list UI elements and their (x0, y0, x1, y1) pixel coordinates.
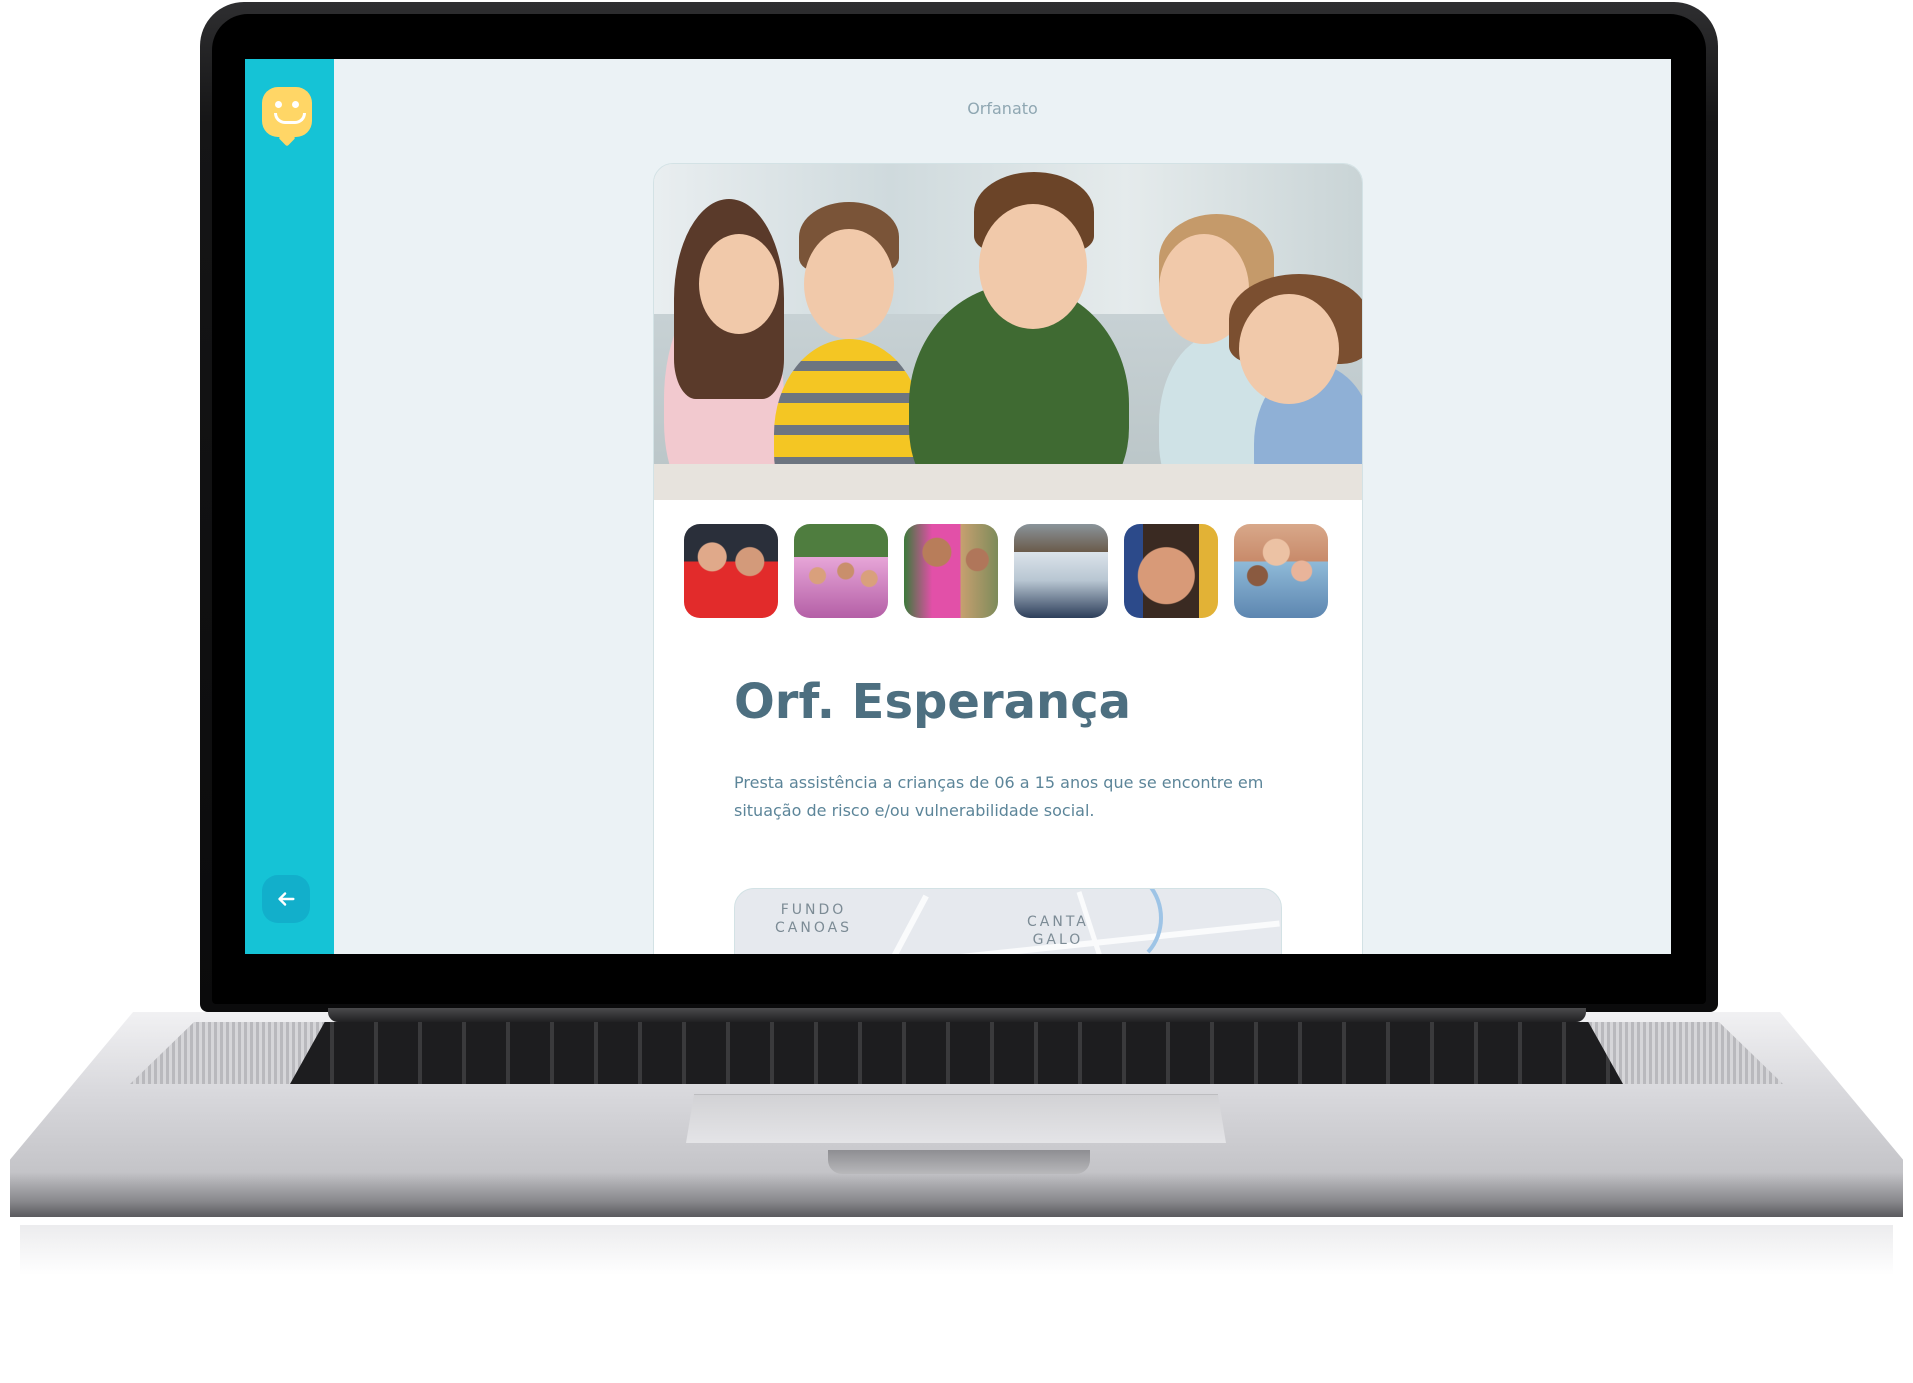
laptop-hinge (328, 1008, 1586, 1022)
hero-child-5-face (1239, 294, 1339, 404)
map-label-line: CANTA (1027, 914, 1089, 930)
map-label-line: CANOAS (775, 920, 853, 936)
orphanage-description: Presta assistência a crianças de 06 a 15… (734, 773, 1264, 820)
map-road (867, 894, 929, 954)
logo-eye-left (275, 101, 282, 108)
gallery-thumbnail[interactable] (684, 524, 778, 618)
hero-table (654, 464, 1362, 500)
laptop-reflection (20, 1225, 1893, 1275)
gallery-thumbnail[interactable] (904, 524, 998, 618)
page-title: Orfanato (967, 99, 1038, 118)
photo-gallery (684, 524, 1328, 618)
orphanage-details-card: Orf. Esperança Presta assistência a cria… (653, 163, 1363, 954)
arrow-left-icon (278, 892, 295, 906)
gallery-thumbnail[interactable] (1234, 524, 1328, 618)
laptop-keyboard (290, 1022, 1623, 1084)
logo-mouth (274, 113, 306, 124)
smiley-chat-icon (262, 87, 312, 137)
map-label-canta-galo: CANTA GALO (1027, 913, 1089, 949)
app-screen: Orfanato Orf. Esperança Presta assistênc… (245, 59, 1671, 954)
laptop-notch (828, 1150, 1090, 1174)
laptop-trackpad (686, 1094, 1226, 1143)
sidebar (245, 59, 334, 954)
gallery-thumbnail[interactable] (1014, 524, 1108, 618)
location-map[interactable]: FUNDO CANOAS CANTA GALO (734, 888, 1282, 954)
hero-child-2-face (804, 229, 894, 339)
logo-eye-right (292, 101, 299, 108)
hero-child-1-face (699, 234, 779, 334)
map-label-fundo-canoas: FUNDO CANOAS (775, 901, 852, 937)
orphanage-name: Orf. Esperança (734, 674, 1132, 730)
map-label-line: GALO (1032, 932, 1084, 948)
gallery-thumbnail[interactable] (794, 524, 888, 618)
back-button[interactable] (262, 875, 310, 923)
gallery-thumbnail[interactable] (1124, 524, 1218, 618)
hero-child-3-face (979, 204, 1087, 329)
map-label-line: FUNDO (780, 902, 847, 918)
hero-image (654, 164, 1362, 500)
